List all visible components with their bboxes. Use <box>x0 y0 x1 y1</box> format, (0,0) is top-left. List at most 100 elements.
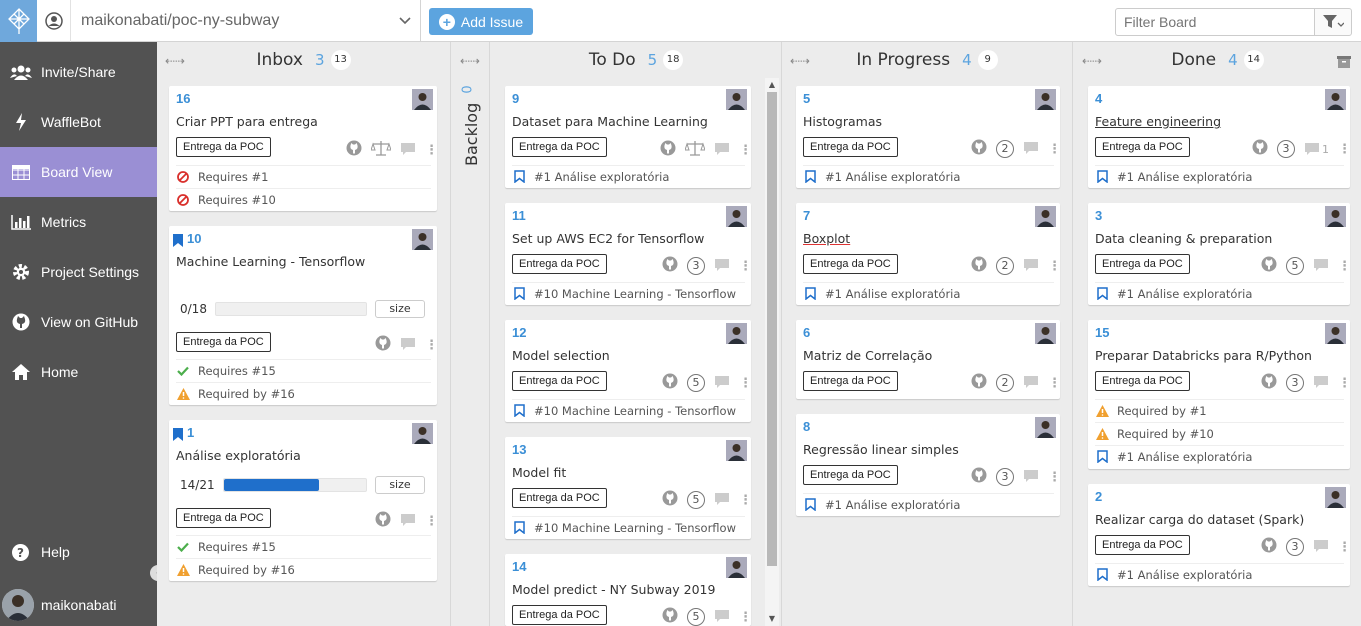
issue-card-16[interactable]: 16 Criar PPT para entrega Entrega da POC… <box>169 86 438 211</box>
label-tag[interactable]: Entrega da POC <box>1095 137 1190 157</box>
label-tag[interactable]: Entrega da POC <box>512 371 607 391</box>
label-tag[interactable]: Entrega da POC <box>803 254 898 274</box>
comment-icon[interactable] <box>1313 538 1329 557</box>
sidebar-item-project-settings[interactable]: Project Settings <box>0 247 157 297</box>
sidebar-item-metrics[interactable]: Metrics <box>0 197 157 247</box>
issue-card-12[interactable]: 12 Model selection Entrega da POC 5 ⋮ #1… <box>505 320 752 422</box>
story-points[interactable]: 5 <box>687 608 705 626</box>
more-options-icon[interactable]: ⋮ <box>739 260 752 273</box>
comment-icon[interactable] <box>1313 374 1329 393</box>
issue-title[interactable]: Criar PPT para entrega <box>176 114 318 129</box>
github-icon[interactable] <box>1252 139 1268 159</box>
issue-title[interactable]: Model predict - NY Subway 2019 <box>512 582 715 597</box>
more-options-icon[interactable]: ⋮ <box>1338 260 1351 273</box>
label-tag[interactable]: Entrega da POC <box>1095 535 1190 555</box>
label-tag[interactable]: Entrega da POC <box>176 137 271 157</box>
github-icon[interactable] <box>971 467 987 487</box>
comment-icon[interactable] <box>1023 257 1039 276</box>
issue-title[interactable]: Model fit <box>512 465 566 480</box>
story-points[interactable]: 2 <box>996 140 1014 158</box>
github-icon[interactable] <box>375 511 391 531</box>
label-tag[interactable]: Entrega da POC <box>1095 254 1190 274</box>
resize-icon[interactable]: ⇠⇢ <box>790 54 810 68</box>
epic-link[interactable]: #10 Machine Learning - Tensorflow <box>512 516 745 538</box>
relation-row[interactable]: Required by #10 <box>1095 422 1344 444</box>
issue-title[interactable]: Preparar Databricks para R/Python <box>1095 348 1312 363</box>
label-tag[interactable]: Entrega da POC <box>176 508 271 528</box>
issue-title[interactable]: Machine Learning - Tensorflow <box>176 254 365 269</box>
comment-icon[interactable] <box>1023 374 1039 393</box>
issue-card-2[interactable]: 2 Realizar carga do dataset (Spark) Entr… <box>1088 484 1351 586</box>
issue-card-4[interactable]: 4 Feature engineering Entrega da POC 3 1… <box>1088 86 1351 188</box>
issue-title[interactable]: Feature engineering <box>1095 114 1221 129</box>
issue-number[interactable]: 16 <box>176 91 190 106</box>
archive-icon[interactable] <box>1337 53 1351 72</box>
comment-icon[interactable] <box>400 512 416 531</box>
epic-link[interactable]: #10 Machine Learning - Tensorflow <box>512 282 745 304</box>
relation-row[interactable]: Requires #10 <box>176 188 431 210</box>
github-icon[interactable] <box>662 256 678 276</box>
github-icon[interactable] <box>346 140 362 160</box>
sidebar-item-wafflebot[interactable]: WaffleBot <box>0 97 157 147</box>
label-tag[interactable]: Entrega da POC <box>512 137 607 157</box>
filter-board-input[interactable] <box>1115 8 1315 36</box>
sidebar-item-board-view[interactable]: Board View <box>0 147 157 197</box>
relation-row[interactable]: Requires #1 <box>176 165 431 187</box>
issue-card-1[interactable]: 1 Análise exploratória 14/21 size Entreg… <box>169 420 438 581</box>
label-tag[interactable]: Entrega da POC <box>176 332 271 352</box>
more-options-icon[interactable]: ⋮ <box>425 515 438 528</box>
more-options-icon[interactable]: ⋮ <box>1048 260 1061 273</box>
story-points[interactable]: 3 <box>1286 374 1304 392</box>
story-points[interactable]: 3 <box>1277 140 1295 158</box>
more-options-icon[interactable]: ⋮ <box>1338 143 1351 156</box>
issue-number[interactable]: 8 <box>803 419 810 434</box>
relation-row[interactable]: Required by #1 <box>1095 399 1344 421</box>
issue-card-8[interactable]: 8 Regressão linear simples Entrega da PO… <box>796 414 1061 516</box>
label-tag[interactable]: Entrega da POC <box>512 254 607 274</box>
story-points[interactable]: 2 <box>996 374 1014 392</box>
github-icon[interactable] <box>971 139 987 159</box>
filter-button[interactable] <box>1314 8 1352 36</box>
resize-icon[interactable]: ⇠⇢ <box>1082 54 1102 68</box>
issue-number[interactable]: 15 <box>1095 325 1109 340</box>
comment-icon[interactable] <box>400 336 416 355</box>
scale-icon[interactable] <box>370 140 392 160</box>
github-icon[interactable] <box>662 490 678 510</box>
epic-link[interactable]: #1 Análise exploratória <box>803 282 1054 304</box>
issue-title[interactable]: Matriz de Correlação <box>803 348 932 363</box>
label-tag[interactable]: Entrega da POC <box>512 605 607 625</box>
more-options-icon[interactable]: ⋮ <box>1048 471 1061 484</box>
epic-link[interactable]: #1 Análise exploratória <box>803 165 1054 187</box>
github-icon[interactable] <box>1261 537 1277 557</box>
issue-card-14[interactable]: 14 Model predict - NY Subway 2019 Entreg… <box>505 554 752 626</box>
issue-number[interactable]: 13 <box>512 442 526 457</box>
more-options-icon[interactable]: ⋮ <box>1048 377 1061 390</box>
sidebar-item-view-on-github[interactable]: View on GitHub <box>0 297 157 347</box>
relation-row[interactable]: Required by #16 <box>176 382 431 404</box>
scrollbar-thumb[interactable] <box>767 92 777 566</box>
sidebar-item-help[interactable]: ? Help <box>0 527 157 577</box>
issue-card-9[interactable]: 9 Dataset para Machine Learning Entrega … <box>505 86 752 188</box>
issue-title[interactable]: Histogramas <box>803 114 882 129</box>
issue-card-6[interactable]: 6 Matriz de Correlação Entrega da POC 2 … <box>796 320 1061 399</box>
chevron-down-icon[interactable] <box>390 17 420 25</box>
epic-link[interactable]: #1 Análise exploratória <box>803 493 1054 515</box>
sidebar-item-invite-share[interactable]: Invite/Share <box>0 47 157 97</box>
story-points[interactable]: 3 <box>687 257 705 275</box>
add-issue-button[interactable]: + Add Issue <box>429 8 533 35</box>
scale-icon[interactable] <box>684 140 706 160</box>
issue-number[interactable]: 14 <box>512 559 526 574</box>
story-points[interactable]: 5 <box>1286 257 1304 275</box>
more-options-icon[interactable]: ⋮ <box>739 494 752 507</box>
relation-row[interactable]: Requires #15 <box>176 359 431 381</box>
issue-number[interactable]: 7 <box>803 208 810 223</box>
github-icon[interactable] <box>1261 373 1277 393</box>
label-tag[interactable]: Entrega da POC <box>1095 371 1190 391</box>
issue-card-3[interactable]: 3 Data cleaning & preparation Entrega da… <box>1088 203 1351 305</box>
github-icon[interactable] <box>375 335 391 355</box>
issue-card-15[interactable]: 15 Preparar Databricks para R/Python Ent… <box>1088 320 1351 469</box>
github-icon[interactable] <box>971 373 987 393</box>
issue-number[interactable]: 11 <box>512 208 526 223</box>
comment-count[interactable]: 1 <box>1304 142 1329 156</box>
waffle-logo-icon[interactable] <box>0 0 37 42</box>
